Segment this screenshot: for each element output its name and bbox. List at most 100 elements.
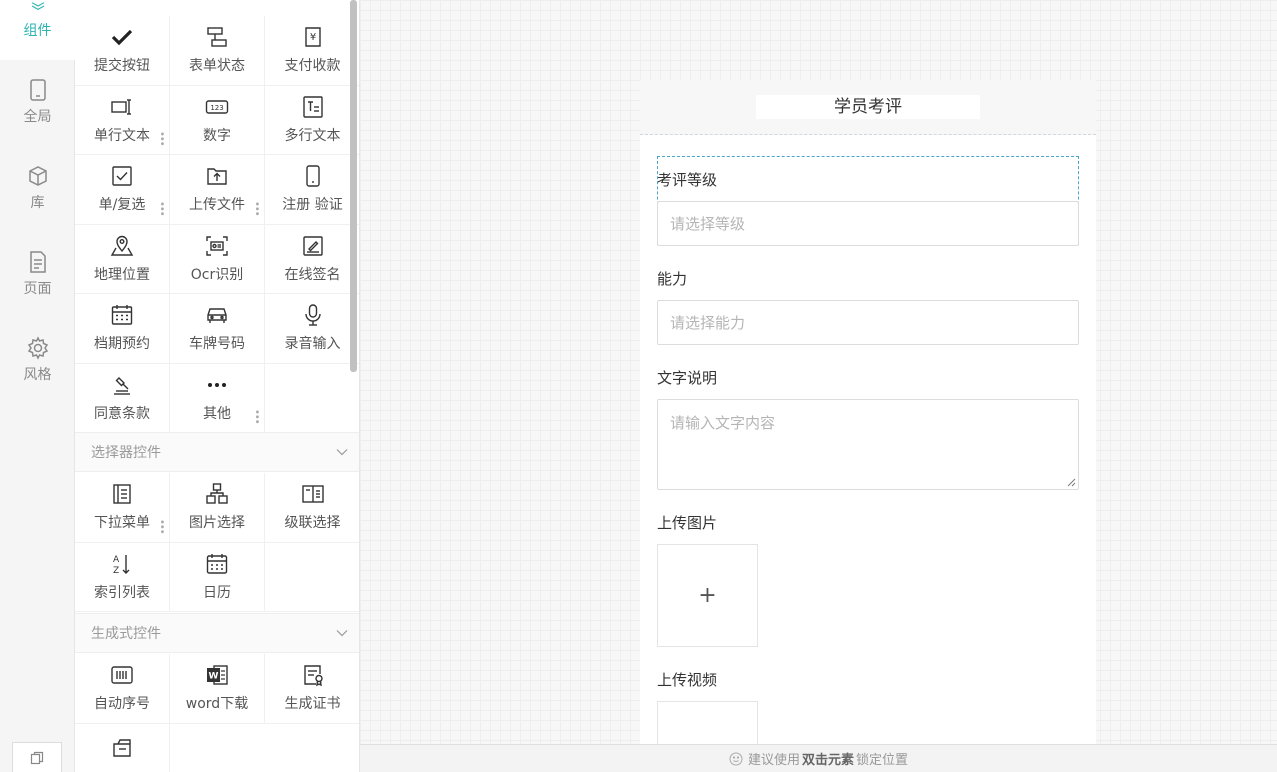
component-label: 数字: [203, 127, 231, 144]
component-certificate[interactable]: 生成证书: [265, 654, 359, 724]
component-register-verify[interactable]: 注册 验证: [265, 155, 359, 225]
component-label: 其他: [203, 405, 231, 422]
drag-handle-icon[interactable]: •••: [156, 201, 167, 216]
selector-section-header[interactable]: 选择器控件: [75, 432, 359, 472]
component-other[interactable]: 其他 •••: [170, 363, 265, 433]
basic-controls-grid: 提交按钮 表单状态 ¥ 支付收款 单行文本 ••• 123 数字 多行文本 单/…: [75, 16, 359, 433]
box-icon: [28, 166, 47, 186]
component-label: 上传文件: [189, 197, 245, 214]
component-voice-input[interactable]: 录音输入: [265, 294, 359, 364]
drag-handle-icon[interactable]: •••: [156, 519, 167, 534]
component-payment[interactable]: ¥ 支付收款: [265, 16, 359, 86]
component-submit-button[interactable]: 提交按钮: [75, 16, 170, 86]
plus-icon: +: [698, 583, 717, 608]
component-license-plate[interactable]: 车牌号码: [170, 294, 265, 364]
upload-image-label: 上传图片: [657, 514, 718, 532]
form-status-icon: [207, 27, 227, 47]
copy-button[interactable]: [12, 742, 62, 772]
component-schedule[interactable]: 档期预约: [75, 294, 170, 364]
component-signature[interactable]: 在线签名: [265, 225, 359, 294]
empty-cell: [265, 543, 359, 612]
drag-handle-icon[interactable]: •••: [251, 409, 262, 424]
form-preview: 学员考评 考评等级 请选择等级 能力 请选择能力 文字说明 请输入文字内容 上传…: [640, 80, 1096, 744]
upload-video-button[interactable]: [657, 701, 758, 744]
section-title: 选择器控件: [91, 445, 161, 461]
rail-item-library[interactable]: 库: [0, 153, 75, 223]
image-select-icon: [206, 483, 228, 504]
component-label: 索引列表: [94, 584, 150, 601]
component-auto-number[interactable]: 自动序号: [75, 654, 170, 724]
check-icon: [111, 30, 133, 46]
sort-az-icon: AZ: [113, 554, 130, 576]
component-label: 地理位置: [94, 266, 150, 283]
ocr-icon: [206, 236, 228, 256]
ticket-icon: [113, 738, 131, 757]
panel-scrollbar[interactable]: [350, 0, 357, 372]
generator-section-header[interactable]: 生成式控件: [75, 613, 359, 653]
rail-label: 风格: [23, 367, 52, 383]
svg-text:Z: Z: [113, 566, 119, 576]
ability-label: 能力: [657, 270, 688, 288]
rail-item-global[interactable]: 全局: [0, 67, 75, 137]
description-textarea[interactable]: 请输入文字内容: [657, 399, 1079, 490]
payment-icon: ¥: [304, 27, 321, 47]
hint-emphasis: 双击元素: [801, 753, 854, 768]
ability-select[interactable]: 请选择能力: [657, 300, 1079, 345]
component-multi-line-text[interactable]: 多行文本: [265, 86, 359, 155]
component-label: 车牌号码: [189, 336, 245, 353]
component-image-select[interactable]: 图片选择: [170, 473, 265, 543]
component-more-partial[interactable]: [75, 723, 170, 772]
calendar-icon: [206, 553, 228, 574]
grade-placeholder: 请选择等级: [670, 215, 746, 233]
form-header: 学员考评: [640, 80, 1096, 135]
component-index-list[interactable]: AZ 索引列表: [75, 542, 170, 612]
component-label: 生成证书: [284, 696, 341, 713]
number-icon: 123: [205, 100, 229, 114]
component-ocr[interactable]: Ocr识别: [170, 224, 265, 294]
component-label: 图片选择: [189, 515, 245, 532]
selector-controls-grid: 下拉菜单 ••• 图片选择 级联选择 AZ 索引列表 日历: [75, 473, 359, 612]
component-checkbox[interactable]: 单/复选 •••: [75, 155, 170, 225]
component-label: 单行文本: [94, 127, 150, 144]
component-form-status[interactable]: 表单状态: [170, 16, 265, 86]
gavel-icon: [114, 376, 130, 395]
drag-handle-icon[interactable]: •••: [251, 201, 262, 216]
location-icon: [110, 235, 134, 256]
component-cascade-select[interactable]: 级联选择: [265, 473, 359, 543]
component-single-line-text[interactable]: 单行文本 •••: [75, 85, 170, 155]
component-upload-file[interactable]: 上传文件 •••: [170, 155, 265, 225]
barcode-icon: [111, 666, 133, 684]
description-label: 文字说明: [657, 369, 718, 387]
rail-item-page[interactable]: 页面: [0, 239, 75, 309]
phone-verify-icon: [305, 165, 320, 187]
component-label: 录音输入: [284, 336, 341, 353]
rail-item-components[interactable]: 组件: [0, 0, 75, 60]
grade-select[interactable]: 请选择等级: [657, 201, 1079, 246]
component-dropdown[interactable]: 下拉菜单 •••: [75, 473, 170, 543]
resize-handle-icon[interactable]: [1067, 478, 1076, 487]
description-placeholder: 请输入文字内容: [670, 414, 776, 432]
component-label: 单/复选: [98, 197, 146, 214]
component-calendar[interactable]: 日历: [170, 542, 265, 612]
component-agree-terms[interactable]: 同意条款: [75, 363, 170, 433]
component-label: 在线签名: [284, 266, 341, 283]
component-location[interactable]: 地理位置: [75, 224, 170, 294]
component-label: 注册 验证: [282, 197, 343, 214]
rail-item-style[interactable]: 风格: [0, 325, 75, 395]
smile-icon: [729, 752, 743, 765]
component-number[interactable]: 123 数字: [170, 85, 265, 155]
component-label: 级联选择: [284, 515, 341, 532]
upload-image-button[interactable]: +: [657, 544, 758, 647]
component-label: 多行文本: [284, 127, 341, 144]
chevron-down-icon: [336, 449, 348, 456]
component-label: 表单状态: [189, 58, 245, 75]
component-label: 日历: [203, 584, 231, 601]
rail-label: 库: [30, 195, 45, 211]
car-icon: [207, 308, 227, 324]
form-title[interactable]: 学员考评: [756, 95, 980, 119]
generator-controls-grid: 自动序号 W word下载 生成证书: [75, 654, 359, 772]
grade-label: 考评等级: [657, 171, 718, 189]
drag-handle-icon[interactable]: •••: [156, 131, 167, 146]
design-canvas[interactable]: 学员考评 考评等级 请选择等级 能力 请选择能力 文字说明 请输入文字内容 上传…: [360, 0, 1277, 744]
component-word-download[interactable]: W word下载: [170, 654, 265, 724]
